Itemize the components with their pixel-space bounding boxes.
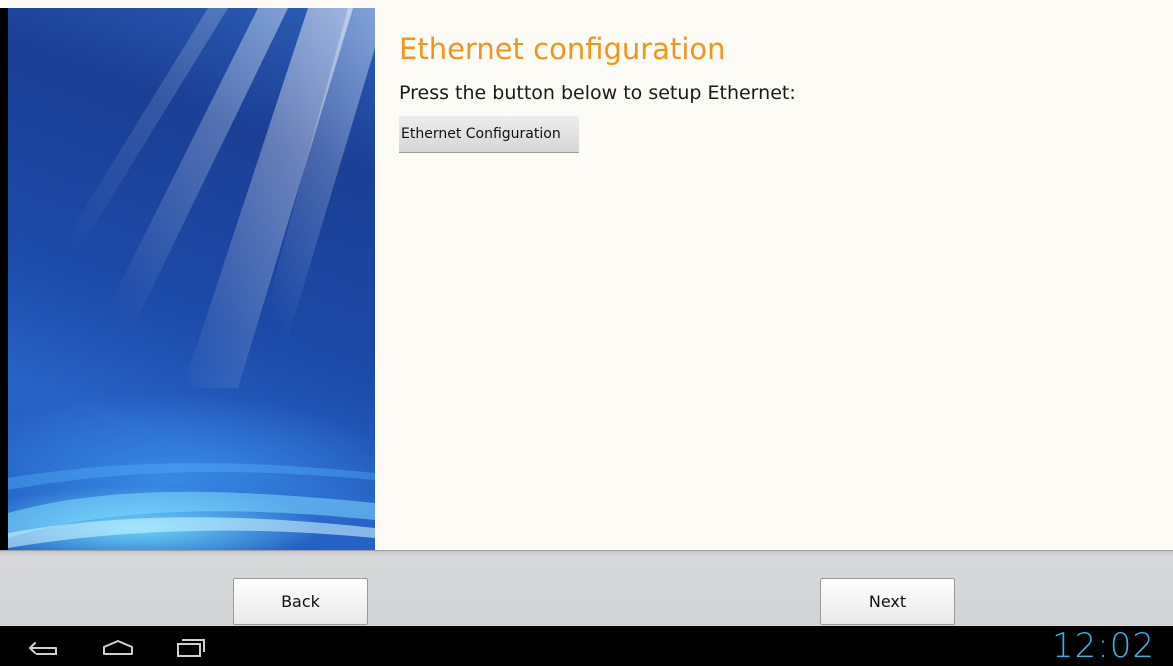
- screen: Ethernet configuration Press the button …: [0, 0, 1173, 666]
- back-icon[interactable]: [26, 636, 60, 658]
- home-icon[interactable]: [101, 636, 135, 658]
- clock: 12:02: [1052, 626, 1155, 666]
- instruction-text: Press the button below to setup Ethernet…: [399, 82, 796, 104]
- hero-image: [8, 8, 375, 550]
- back-button[interactable]: Back: [233, 578, 368, 625]
- next-button[interactable]: Next: [820, 578, 955, 625]
- page-title: Ethernet configuration: [399, 32, 726, 66]
- wizard-navigation-bar: Back Next: [0, 550, 1173, 626]
- light-rays-graphic: [8, 8, 375, 548]
- ethernet-configuration-button[interactable]: Ethernet Configuration: [399, 116, 579, 153]
- system-navigation-bar: 12:02: [0, 626, 1173, 666]
- content-panel: Ethernet configuration Press the button …: [375, 8, 1173, 550]
- recent-apps-icon[interactable]: [174, 636, 208, 658]
- top-strip: [0, 0, 1173, 8]
